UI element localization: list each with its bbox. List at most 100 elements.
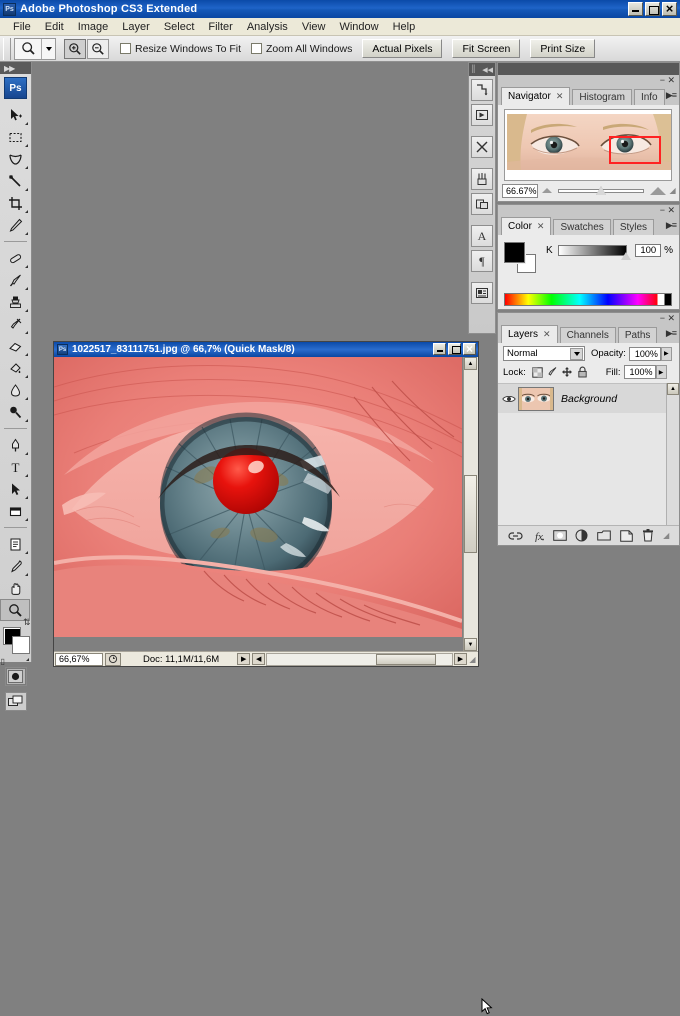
tool-presets-panel-icon[interactable] xyxy=(471,136,493,158)
fit-screen-button[interactable]: Fit Screen xyxy=(452,39,521,58)
menu-file[interactable]: File xyxy=(6,19,38,35)
menu-filter[interactable]: Filter xyxy=(201,19,239,35)
color-spectrum-ramp[interactable] xyxy=(504,293,672,306)
tools-palette-grip[interactable]: ▶▶ xyxy=(0,62,31,74)
background-color-swatch[interactable] xyxy=(11,636,30,654)
horizontal-scroll-track[interactable] xyxy=(266,652,453,666)
fill-value-field[interactable]: 100% xyxy=(623,365,656,379)
magic-wand-tool[interactable] xyxy=(0,170,30,192)
hscroll-left-button[interactable]: ◀ xyxy=(252,653,266,665)
zoom-out-button[interactable] xyxy=(87,38,109,59)
marquee-tool[interactable] xyxy=(0,126,30,148)
default-colors-icon[interactable]: ▯ xyxy=(1,657,5,666)
healing-brush-tool[interactable] xyxy=(0,247,30,269)
navigator-minimize-close[interactable]: − ✕ xyxy=(660,75,675,86)
active-tool-chip[interactable] xyxy=(14,37,56,60)
maximize-button[interactable] xyxy=(645,2,660,16)
hscroll-right-button[interactable]: ▶ xyxy=(454,653,467,665)
chevron-down-icon[interactable] xyxy=(42,39,55,59)
zoom-all-windows-checkbox-wrap[interactable]: Zoom All Windows xyxy=(251,43,352,55)
icon-dock-grip[interactable]: ║ ◀◀ xyxy=(469,63,495,76)
resize-windows-checkbox[interactable] xyxy=(120,43,131,54)
new-group-button[interactable] xyxy=(596,528,611,543)
resize-windows-checkbox-wrap[interactable]: Resize Windows To Fit xyxy=(120,43,241,55)
menu-edit[interactable]: Edit xyxy=(38,19,71,35)
opacity-value-field[interactable]: 100% xyxy=(628,346,661,361)
minimize-button[interactable] xyxy=(628,2,643,16)
lock-all-icon[interactable] xyxy=(575,365,590,379)
resize-grip-icon[interactable]: ◢ xyxy=(467,655,478,664)
zoom-in-mountain-icon[interactable] xyxy=(649,186,666,195)
vertical-scroll-thumb[interactable] xyxy=(464,475,477,553)
scroll-up-button[interactable]: ▲ xyxy=(464,357,477,370)
color-minimize-close[interactable]: − ✕ xyxy=(660,205,675,216)
menu-select[interactable]: Select xyxy=(157,19,202,35)
tab-swatches[interactable]: Swatches xyxy=(553,219,611,235)
menu-view[interactable]: View xyxy=(295,19,333,35)
layer-style-button[interactable]: fx xyxy=(530,528,545,543)
navigator-view-box[interactable] xyxy=(609,136,661,164)
navigator-zoom-slider[interactable] xyxy=(541,186,666,195)
navigator-panel-grip[interactable] xyxy=(498,63,679,75)
status-preview-button[interactable] xyxy=(105,652,121,666)
zoom-in-button[interactable] xyxy=(64,38,86,59)
lock-position-icon[interactable] xyxy=(560,365,575,379)
menu-layer[interactable]: Layer xyxy=(115,19,157,35)
close-icon[interactable]: ✕ xyxy=(556,91,564,102)
blur-tool[interactable] xyxy=(0,379,30,401)
fill-stepper-icon[interactable]: ▶ xyxy=(655,365,667,379)
lasso-tool[interactable] xyxy=(0,148,30,170)
layer-name[interactable]: Background xyxy=(561,393,661,405)
clone-source-panel-icon[interactable] xyxy=(471,193,493,215)
menu-image[interactable]: Image xyxy=(71,19,116,35)
close-icon[interactable]: ✕ xyxy=(537,221,545,232)
history-brush-tool[interactable] xyxy=(0,313,30,335)
chevron-down-icon[interactable] xyxy=(570,348,583,360)
actions-panel-icon[interactable] xyxy=(471,104,493,126)
document-minimize-button[interactable] xyxy=(433,343,446,355)
canvas-vertical-scrollbar[interactable]: ▲ ▼ xyxy=(463,357,478,651)
character-panel-icon[interactable]: A xyxy=(471,225,493,247)
tab-channels[interactable]: Channels xyxy=(559,327,616,343)
lock-transparency-icon[interactable] xyxy=(530,365,545,379)
crop-tool[interactable] xyxy=(0,192,30,214)
table-row[interactable]: Background xyxy=(498,383,679,413)
adjustment-layer-button[interactable] xyxy=(574,528,589,543)
notes-tool[interactable] xyxy=(0,533,30,555)
layers-panel-menu-icon[interactable]: ▶≡ xyxy=(666,328,677,339)
delete-layer-button[interactable] xyxy=(641,528,656,543)
status-menu-button[interactable]: ▶ xyxy=(237,653,251,665)
image-canvas[interactable] xyxy=(54,357,478,651)
document-close-button[interactable] xyxy=(463,341,476,357)
add-mask-button[interactable] xyxy=(552,528,567,543)
layers-scroll-up-button[interactable]: ▲ xyxy=(667,383,679,395)
move-tool[interactable] xyxy=(0,104,30,126)
color-swatches-toolbox[interactable]: ⇅ ▯ xyxy=(1,617,31,666)
close-icon[interactable]: ✕ xyxy=(543,329,551,340)
navigator-resize-grip[interactable]: ◢ xyxy=(670,186,676,195)
status-zoom-field[interactable]: 66,67% xyxy=(55,652,103,666)
tab-styles[interactable]: Styles xyxy=(612,219,655,235)
blend-mode-select[interactable]: Normal xyxy=(503,346,585,361)
tab-color[interactable]: Color ✕ xyxy=(501,217,552,235)
k-channel-value[interactable]: 100 xyxy=(635,244,662,257)
menu-window[interactable]: Window xyxy=(332,19,385,35)
tab-paths[interactable]: Paths xyxy=(617,327,658,343)
tab-histogram[interactable]: Histogram xyxy=(572,89,632,105)
clone-stamp-tool[interactable] xyxy=(0,291,30,313)
brushes-panel-icon[interactable] xyxy=(471,168,493,190)
close-button[interactable] xyxy=(662,1,677,17)
brush-tool[interactable] xyxy=(0,269,30,291)
opacity-stepper-icon[interactable]: ▶ xyxy=(660,346,672,361)
gradient-tool[interactable] xyxy=(0,357,30,379)
paragraph-panel-icon[interactable]: ¶ xyxy=(471,250,493,272)
zoom-slider-knob[interactable] xyxy=(595,186,606,195)
color-panel-menu-icon[interactable]: ▶≡ xyxy=(666,220,677,231)
print-size-button[interactable]: Print Size xyxy=(530,39,596,58)
pen-tool[interactable] xyxy=(0,434,30,456)
tab-info[interactable]: Info xyxy=(633,89,665,105)
navigator-thumbnail[interactable] xyxy=(504,109,672,181)
menu-help[interactable]: Help xyxy=(386,19,423,35)
screen-mode-button[interactable] xyxy=(4,658,29,711)
swap-colors-icon[interactable]: ⇅ xyxy=(23,617,31,628)
